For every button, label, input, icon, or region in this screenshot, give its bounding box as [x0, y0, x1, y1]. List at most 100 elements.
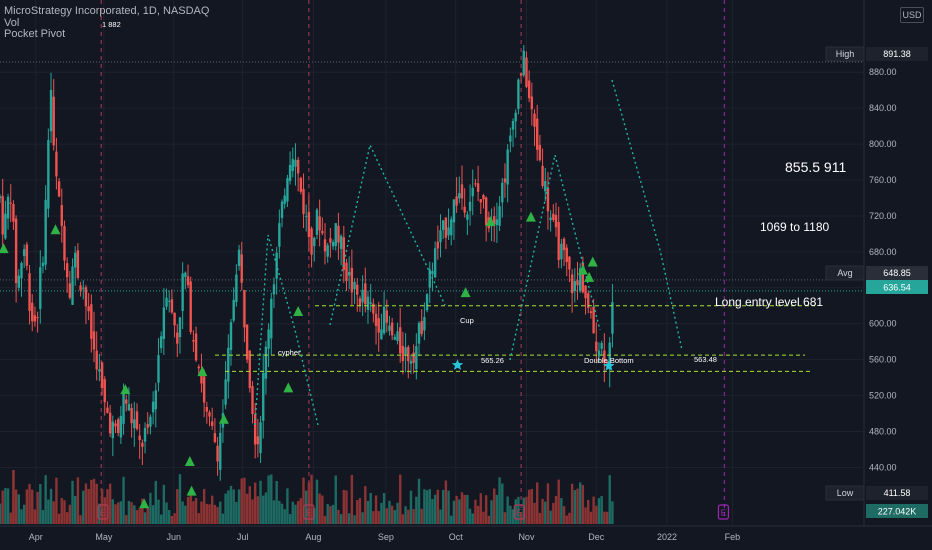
volume-bar: [299, 498, 303, 524]
candle-body: [39, 267, 42, 309]
volume-bar: [339, 514, 343, 524]
candle-body: [229, 322, 233, 350]
candle-body: [415, 346, 418, 370]
candle-body: [299, 177, 303, 192]
candle-body: [463, 206, 466, 213]
price-tick-label: 520.00: [869, 391, 897, 401]
volume-bar: [278, 500, 281, 524]
volume-bar: [36, 491, 39, 524]
volume-bar: [135, 510, 139, 524]
volume-bar: [130, 502, 133, 524]
volume-bar: [484, 495, 488, 524]
candle-body: [57, 181, 61, 197]
price-tick-label: 560.00: [869, 355, 897, 365]
candle-body: [589, 311, 593, 314]
candle-body: [235, 274, 238, 302]
volume-bar: [334, 475, 337, 524]
candle-body: [514, 112, 517, 122]
candle-body: [399, 327, 402, 354]
candle-body: [428, 269, 431, 288]
candle-body: [280, 201, 284, 218]
candle-body: [568, 256, 571, 270]
volume-bar: [380, 502, 383, 524]
volume-bar: [17, 494, 21, 524]
candle-body: [554, 214, 558, 228]
volume-bar: [20, 509, 23, 524]
candle-body: [202, 376, 206, 403]
candle-body: [460, 184, 464, 199]
candle-body: [471, 187, 474, 197]
candle-body: [12, 203, 15, 222]
volume-bar: [396, 502, 399, 524]
volume-bar: [412, 509, 415, 524]
volume-bar: [31, 489, 34, 524]
candle-body: [151, 401, 155, 413]
volume-bar: [76, 477, 80, 524]
volume-bar: [501, 483, 504, 524]
volume-bar: [356, 500, 359, 524]
volume-bar: [536, 482, 539, 524]
candle-body: [584, 285, 587, 299]
candle-body: [267, 329, 270, 349]
volume-bar: [39, 484, 42, 524]
volume-bar: [84, 483, 88, 524]
currency-badge[interactable]: USD: [900, 7, 924, 23]
volume-bar: [90, 479, 93, 524]
candle-body: [331, 241, 335, 247]
volume-bar: [125, 515, 128, 524]
volume-bar: [146, 506, 149, 524]
volume-bar: [382, 493, 386, 524]
volume-bar: [350, 474, 354, 524]
time-axis-label: Apr: [29, 532, 43, 542]
volume-bar: [415, 496, 418, 524]
candle-body: [100, 362, 104, 389]
volume-bar: [331, 504, 335, 524]
volume-bar: [315, 479, 319, 524]
candle-body: [404, 347, 407, 355]
candle-body: [431, 270, 434, 275]
candle-body: [184, 272, 187, 277]
candle-body: [441, 220, 445, 231]
candle-body: [313, 237, 316, 247]
price-chart[interactable]: 880.00840.00800.00760.00720.00680.00640.…: [0, 0, 932, 550]
volume-bar: [267, 475, 270, 524]
earnings-e-icon-glyph: E: [721, 509, 726, 518]
candle-body: [41, 262, 45, 267]
candle-body: [22, 249, 26, 257]
volume-bar: [433, 494, 437, 524]
volume-bar: [291, 501, 294, 524]
volume-bar: [546, 483, 550, 524]
volume-bar: [533, 502, 536, 524]
pocket-pivot-indicator-label[interactable]: Pocket Pivot: [4, 28, 209, 41]
volume-bar: [471, 513, 474, 524]
volume-bar: [479, 493, 482, 524]
volume-bar: [364, 486, 367, 524]
volume-bar: [321, 495, 324, 524]
candle-body: [321, 230, 324, 234]
volume-bar: [237, 489, 241, 524]
volume-bar: [525, 496, 528, 524]
candle-body: [98, 369, 101, 372]
time-axis-label: 2022: [657, 532, 677, 542]
candle-body: [119, 415, 123, 438]
chart-container[interactable]: 880.00840.00800.00760.00720.00680.00640.…: [0, 0, 932, 550]
candle-body: [283, 195, 286, 204]
volume-bar: [385, 508, 388, 524]
volume-bar: [192, 501, 195, 524]
volume-bar: [159, 514, 163, 524]
candle-body: [527, 80, 531, 99]
time-axis-label: May: [95, 532, 113, 542]
candle-body: [503, 178, 507, 183]
candle-body: [0, 196, 2, 199]
volume-bar: [581, 484, 585, 524]
volume-bar: [259, 480, 262, 524]
volume-bar: [168, 509, 171, 524]
candle-body: [310, 228, 313, 255]
volume-bar: [253, 482, 257, 524]
time-axis-label: Jul: [237, 532, 249, 542]
volume-bar: [262, 495, 265, 524]
price-tick-label: 480.00: [869, 427, 897, 437]
candle-body: [189, 281, 192, 333]
volume-bar: [60, 497, 63, 524]
volume-bar: [294, 504, 297, 524]
